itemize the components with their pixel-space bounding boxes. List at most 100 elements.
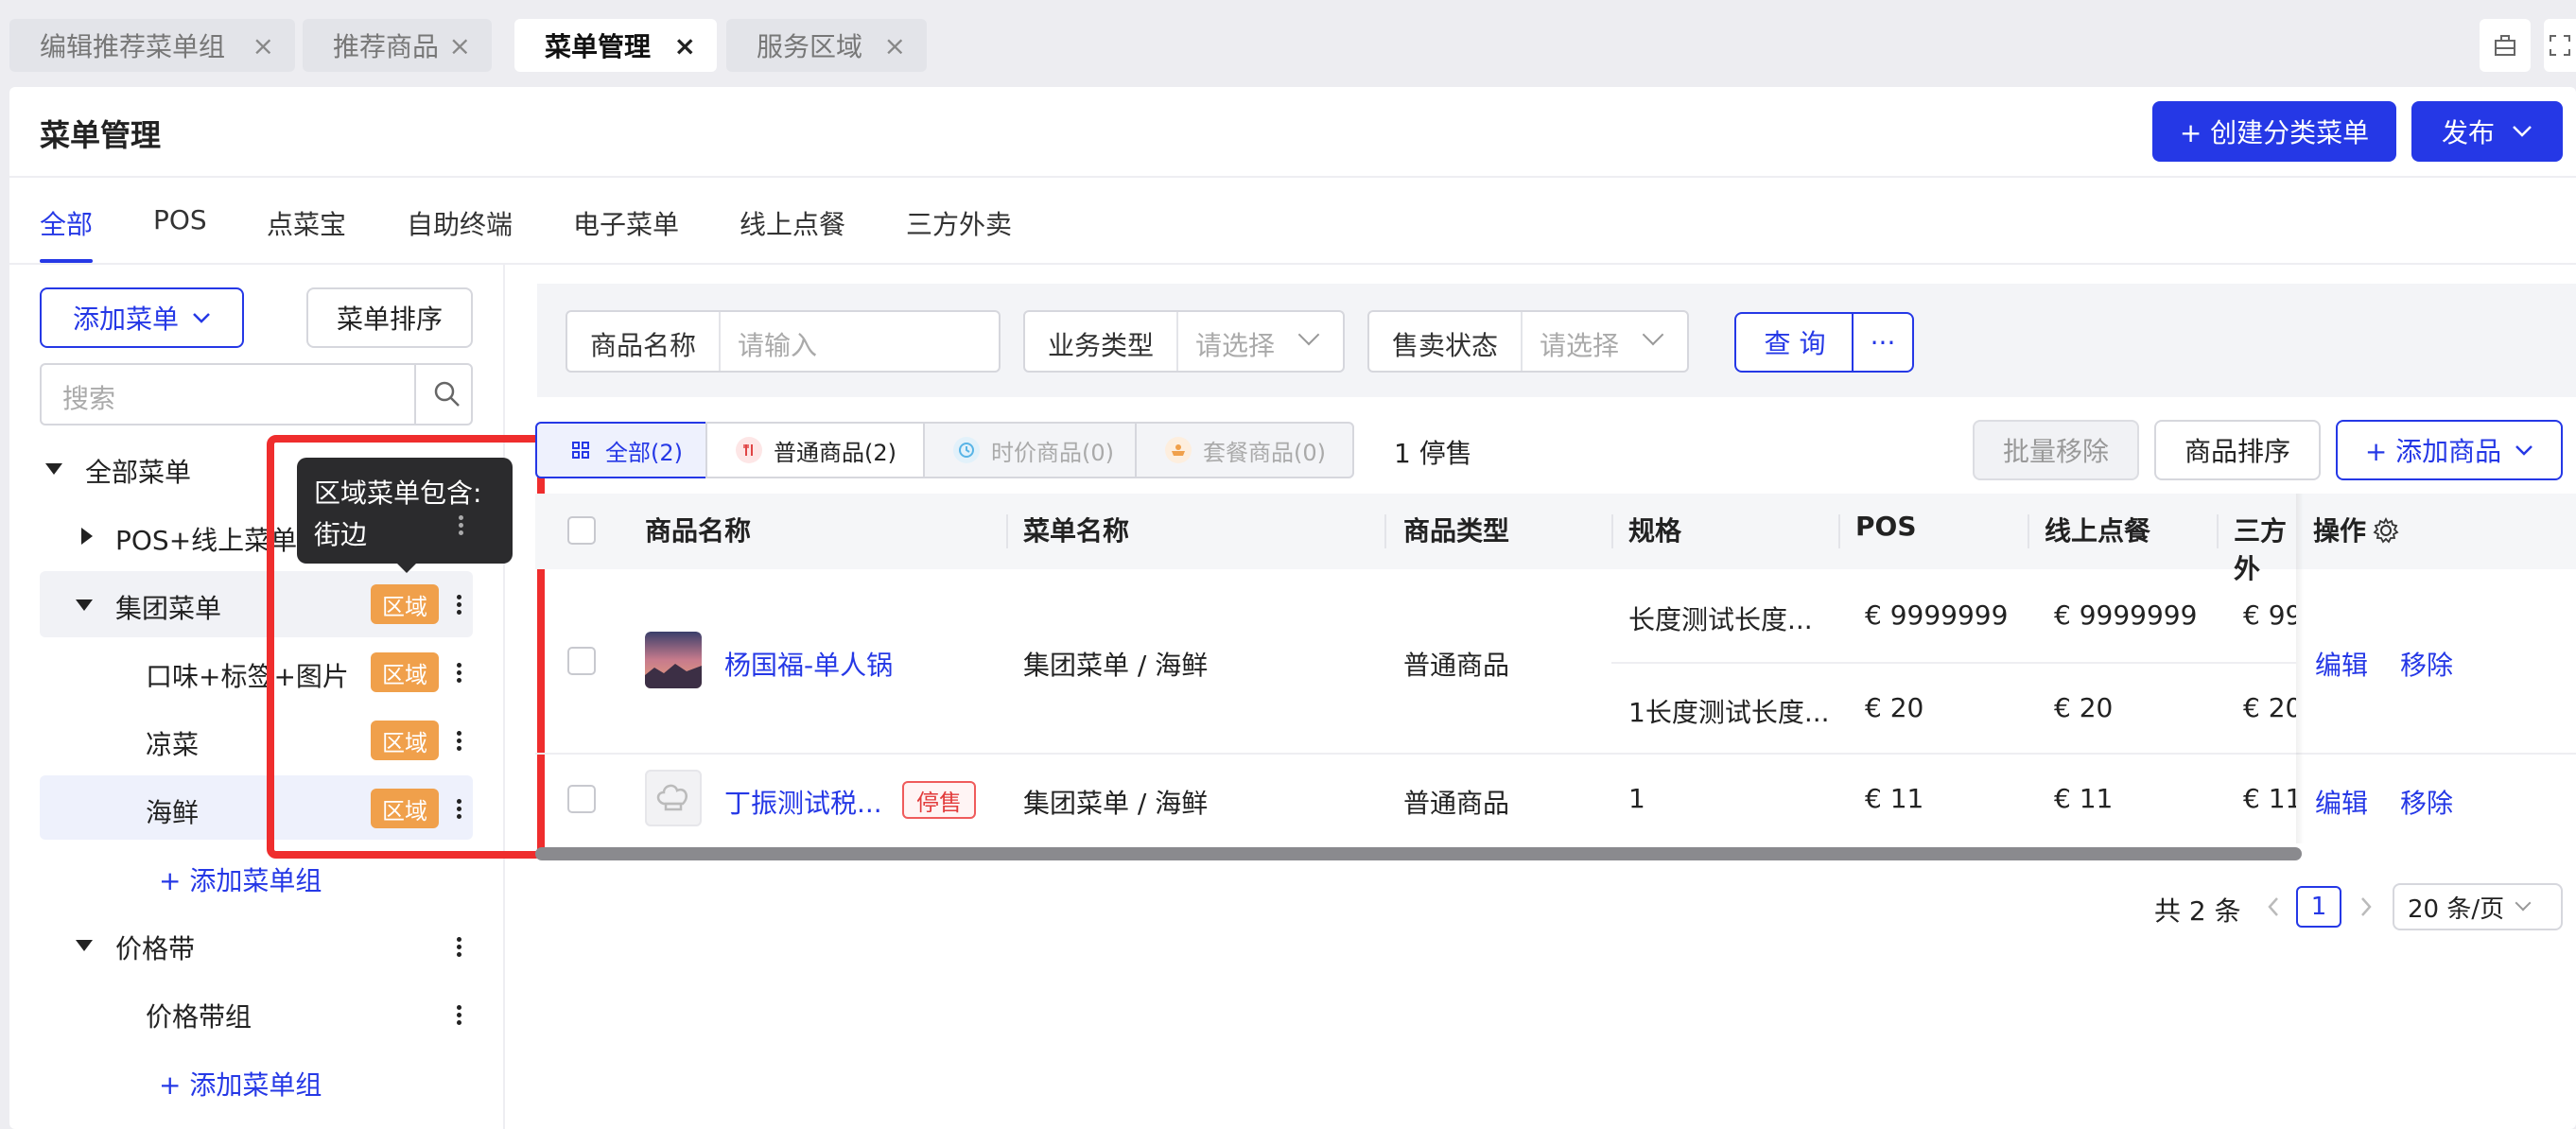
tree-item-seafood[interactable]: 海鲜 xyxy=(146,792,199,830)
close-icon[interactable]: × xyxy=(449,30,471,61)
tree-item-all-menus[interactable]: 全部菜单 xyxy=(85,452,191,490)
product-name-link[interactable]: 丁振测试税... xyxy=(724,783,882,821)
segment-market-price[interactable]: 时价商品(0) xyxy=(923,422,1137,478)
more-icon[interactable] xyxy=(456,934,461,960)
sale-status-filter[interactable]: 售卖状态 请选择 xyxy=(1367,310,1689,373)
caret-right-icon[interactable] xyxy=(81,528,93,545)
select-all-checkbox[interactable] xyxy=(567,516,596,545)
tab-recommend-products[interactable]: 推荐商品 × xyxy=(303,19,492,72)
col-header-spec: 规格 xyxy=(1628,515,1682,547)
product-name-input[interactable]: 请输入 xyxy=(738,325,817,363)
tab-bar: 编辑推荐菜单组 × 推荐商品 × 菜单管理 × 服务区域 × xyxy=(0,0,2576,85)
biz-type-filter[interactable]: 业务类型 请选择 xyxy=(1023,310,1345,373)
more-icon[interactable] xyxy=(456,1002,461,1028)
create-category-menu-button[interactable]: + 创建分类菜单 xyxy=(2152,101,2396,162)
segment-all[interactable]: 全部(2) xyxy=(535,422,707,478)
divider xyxy=(9,263,2576,265)
filter-label: 业务类型 xyxy=(1048,330,1155,361)
segment-label: 全部(2) xyxy=(605,439,683,466)
row-checkbox[interactable] xyxy=(567,785,596,813)
close-icon[interactable]: × xyxy=(252,30,274,61)
channel-tab-e-menu[interactable]: 电子菜单 xyxy=(573,204,679,242)
tab-label: 推荐商品 xyxy=(333,31,440,62)
product-thumbnail xyxy=(645,632,702,688)
col-header-product-type: 商品类型 xyxy=(1403,515,1510,547)
page-title: 菜单管理 xyxy=(40,117,162,153)
publish-button[interactable]: 发布 xyxy=(2411,101,2563,162)
fork-knife-icon xyxy=(736,437,762,463)
filter-label: 售卖状态 xyxy=(1392,330,1499,361)
chevron-down-icon xyxy=(2515,445,2533,456)
pos-price-cell: € 9999999 xyxy=(1865,599,2009,631)
pos-price-cell: € 20 xyxy=(1865,692,1924,723)
publish-label: 发布 xyxy=(2441,117,2495,148)
close-icon[interactable]: × xyxy=(674,30,696,61)
tab-service-area[interactable]: 服务区域 × xyxy=(726,19,927,72)
caret-down-icon[interactable] xyxy=(76,940,93,951)
chevron-down-icon xyxy=(1297,323,1320,346)
channel-tab-pos[interactable]: POS xyxy=(153,204,207,235)
horizontal-scrollbar[interactable] xyxy=(535,847,2302,860)
query-button[interactable]: 查 询 xyxy=(1734,312,1855,373)
row-checkbox[interactable] xyxy=(567,647,596,675)
segment-normal[interactable]: 普通商品(2) xyxy=(705,422,925,478)
remove-link[interactable]: 移除 xyxy=(2400,645,2453,683)
biz-type-select[interactable]: 请选择 xyxy=(1195,325,1275,363)
segment-combo[interactable]: 套餐商品(0) xyxy=(1135,422,1354,478)
add-menu-group-link[interactable]: + 添加菜单组 xyxy=(159,1065,322,1103)
product-sort-button[interactable]: 商品排序 xyxy=(2154,420,2321,480)
batch-remove-button[interactable]: 批量移除 xyxy=(1973,420,2139,480)
divider xyxy=(414,365,416,424)
channel-tab-third-party[interactable]: 三方外卖 xyxy=(906,204,1012,242)
remove-link[interactable]: 移除 xyxy=(2400,783,2453,821)
building-icon[interactable] xyxy=(2480,19,2531,72)
settings-gear-icon[interactable] xyxy=(2372,516,2400,545)
search-input[interactable]: 搜索 xyxy=(62,378,115,416)
chevron-down-icon xyxy=(2513,126,2532,137)
add-product-button[interactable]: + 添加商品 xyxy=(2336,420,2563,480)
tab-edit-recommend-group[interactable]: 编辑推荐菜单组 × xyxy=(9,19,295,72)
sticky-column-shadow xyxy=(2296,494,2304,843)
segment-label: 时价商品(0) xyxy=(991,439,1114,466)
search-icon[interactable] xyxy=(431,378,463,410)
page-number-current[interactable]: 1 xyxy=(2296,886,2341,928)
fullscreen-icon[interactable] xyxy=(2544,19,2576,72)
caret-down-icon[interactable] xyxy=(76,599,93,611)
close-icon[interactable]: × xyxy=(884,30,906,61)
combo-meal-icon xyxy=(1165,437,1192,463)
channel-tab-online-order[interactable]: 线上点餐 xyxy=(740,204,845,242)
tab-menu-management[interactable]: 菜单管理 × xyxy=(514,19,717,72)
page-size-value: 20 条/页 xyxy=(2408,895,2505,924)
add-menu-group-link[interactable]: + 添加菜单组 xyxy=(159,860,322,898)
channel-tab-kiosk[interactable]: 自助终端 xyxy=(407,204,513,242)
menu-sort-button[interactable]: 菜单排序 xyxy=(306,287,473,348)
col-header-pos: POS xyxy=(1855,511,1917,542)
divider xyxy=(1838,514,1840,548)
tree-item-price-band[interactable]: 价格带 xyxy=(115,929,195,966)
tree-item-cold[interactable]: 凉菜 xyxy=(146,724,199,762)
product-name-filter[interactable]: 商品名称 请输入 xyxy=(566,310,1001,373)
more-filters-button[interactable]: ··· xyxy=(1852,312,1914,373)
menu-search[interactable]: 搜索 xyxy=(40,363,473,426)
chevron-left-icon[interactable] xyxy=(2264,895,2283,919)
divider xyxy=(719,312,721,371)
pos-price-cell: € 11 xyxy=(1865,783,1924,814)
divider xyxy=(1176,312,1178,371)
edit-link[interactable]: 编辑 xyxy=(2315,645,2368,683)
page-size-select[interactable]: 20 条/页 xyxy=(2393,883,2563,930)
product-type-cell: 普通商品 xyxy=(1403,650,1510,681)
channel-tab-diancaibao[interactable]: 点菜宝 xyxy=(267,204,346,242)
add-menu-button[interactable]: 添加菜单 xyxy=(40,287,244,348)
sale-status-select[interactable]: 请选择 xyxy=(1540,325,1619,363)
tree-item-price-band-group[interactable]: 价格带组 xyxy=(146,997,252,1034)
tree-item-group-menu[interactable]: 集团菜单 xyxy=(115,588,221,626)
menu-name-cell: 集团菜单 / 海鲜 xyxy=(1023,788,1209,819)
menu-name-cell: 集团菜单 / 海鲜 xyxy=(1023,650,1209,681)
edit-link[interactable]: 编辑 xyxy=(2315,783,2368,821)
product-name-link[interactable]: 杨国福-单人锅 xyxy=(724,645,893,683)
chevron-right-icon[interactable] xyxy=(2357,895,2376,919)
channel-tab-all[interactable]: 全部 xyxy=(40,204,93,242)
caret-down-icon[interactable] xyxy=(45,463,62,475)
segment-label: 普通商品(2) xyxy=(774,439,896,466)
product-type-cell: 普通商品 xyxy=(1403,788,1510,819)
